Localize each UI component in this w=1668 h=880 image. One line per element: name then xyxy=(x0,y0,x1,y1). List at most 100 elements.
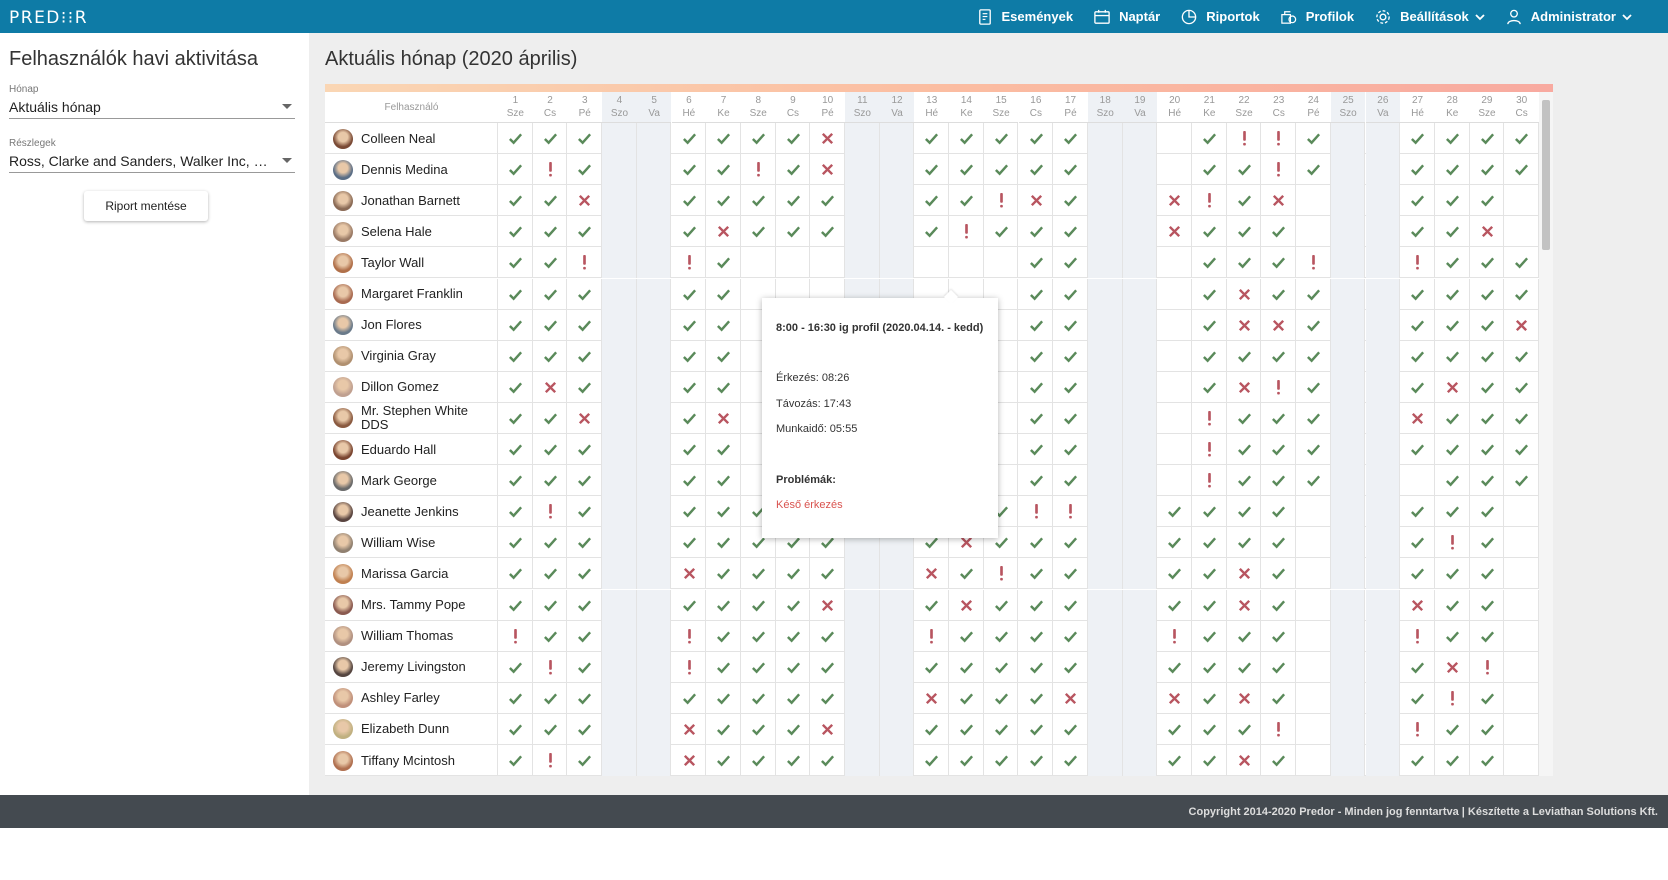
day-cell[interactable] xyxy=(1400,309,1435,341)
user-cell[interactable]: Colleen Neal xyxy=(325,123,498,154)
day-cell[interactable] xyxy=(1400,558,1435,590)
day-cell[interactable] xyxy=(567,558,603,590)
day-cell[interactable] xyxy=(1504,216,1539,248)
day-cell[interactable] xyxy=(672,527,707,559)
day-cell[interactable] xyxy=(1019,713,1054,745)
user-cell[interactable]: Tiffany Mcintosh xyxy=(325,745,498,776)
day-cell[interactable] xyxy=(810,154,845,186)
day-cell[interactable] xyxy=(776,713,811,745)
day-cell[interactable] xyxy=(706,713,741,745)
day-cell[interactable] xyxy=(1296,558,1331,590)
user-cell[interactable]: Jeremy Livingston xyxy=(325,651,498,683)
day-cell[interactable] xyxy=(533,402,568,434)
day-cell[interactable] xyxy=(498,620,533,652)
day-cell[interactable] xyxy=(810,123,845,154)
user-cell[interactable]: William Wise xyxy=(325,527,498,559)
day-cell[interactable] xyxy=(1192,620,1227,652)
day-cell[interactable] xyxy=(810,247,845,279)
day-cell[interactable] xyxy=(672,154,707,186)
day-cell[interactable] xyxy=(949,247,984,279)
day-cell[interactable] xyxy=(1504,558,1539,590)
day-cell[interactable] xyxy=(741,558,776,590)
day-cell[interactable] xyxy=(1261,371,1297,403)
day-cell[interactable] xyxy=(1157,651,1192,683)
day-cell[interactable] xyxy=(984,247,1019,279)
day-cell[interactable] xyxy=(1504,309,1539,341)
day-cell[interactable] xyxy=(984,123,1019,154)
day-cell[interactable] xyxy=(810,185,845,217)
day-cell[interactable] xyxy=(1504,123,1539,154)
day-cell[interactable] xyxy=(1227,340,1262,372)
day-cell[interactable] xyxy=(498,713,533,745)
day-cell[interactable] xyxy=(672,185,707,217)
day-cell[interactable] xyxy=(741,185,776,217)
day-cell[interactable] xyxy=(1157,434,1192,465)
day-cell[interactable] xyxy=(1504,651,1539,683)
day-cell[interactable] xyxy=(1157,465,1192,497)
day-cell[interactable] xyxy=(567,216,603,248)
day-cell[interactable] xyxy=(984,620,1019,652)
day-cell[interactable] xyxy=(498,745,533,776)
day-cell[interactable] xyxy=(1157,713,1192,745)
day-cell[interactable] xyxy=(914,713,950,745)
day-cell[interactable] xyxy=(1296,123,1331,154)
user-cell[interactable]: Dillon Gomez xyxy=(325,371,498,403)
day-cell[interactable] xyxy=(1400,527,1435,559)
day-cell[interactable] xyxy=(1227,620,1262,652)
day-cell[interactable] xyxy=(1261,434,1297,465)
day-cell[interactable] xyxy=(498,340,533,372)
day-cell[interactable] xyxy=(1435,185,1470,217)
day-cell[interactable] xyxy=(567,278,603,310)
day-cell[interactable] xyxy=(1470,527,1505,559)
day-cell[interactable] xyxy=(1053,247,1088,279)
day-cell[interactable] xyxy=(533,216,568,248)
day-cell[interactable] xyxy=(1227,247,1262,279)
day-cell[interactable] xyxy=(1504,154,1539,186)
day-cell[interactable] xyxy=(1400,713,1435,745)
day-cell[interactable] xyxy=(1192,465,1227,497)
day-cell[interactable] xyxy=(1470,651,1505,683)
day-cell[interactable] xyxy=(706,745,741,776)
day-cell[interactable] xyxy=(1435,620,1470,652)
nav-item-calendar[interactable]: Naptár xyxy=(1093,8,1160,26)
day-cell[interactable] xyxy=(1296,247,1331,279)
day-cell[interactable] xyxy=(533,651,568,683)
day-cell[interactable] xyxy=(1400,247,1435,279)
day-cell[interactable] xyxy=(1192,278,1227,310)
day-cell[interactable] xyxy=(984,185,1019,217)
day-cell[interactable] xyxy=(949,185,984,217)
day-cell[interactable] xyxy=(1227,589,1262,621)
day-cell[interactable] xyxy=(1192,402,1227,434)
day-cell[interactable] xyxy=(1192,713,1227,745)
day-cell[interactable] xyxy=(1435,340,1470,372)
day-cell[interactable] xyxy=(1296,745,1331,776)
day-cell[interactable] xyxy=(741,620,776,652)
day-cell[interactable] xyxy=(672,216,707,248)
user-cell[interactable]: Margaret Franklin xyxy=(325,278,498,310)
day-cell[interactable] xyxy=(1261,713,1297,745)
day-cell[interactable] xyxy=(1261,154,1297,186)
day-cell[interactable] xyxy=(706,682,741,714)
day-cell[interactable] xyxy=(1053,154,1088,186)
day-cell[interactable] xyxy=(1296,278,1331,310)
day-cell[interactable] xyxy=(1296,340,1331,372)
day-cell[interactable] xyxy=(1400,185,1435,217)
day-cell[interactable] xyxy=(1470,620,1505,652)
day-cell[interactable] xyxy=(706,154,741,186)
day-cell[interactable] xyxy=(1435,123,1470,154)
day-cell[interactable] xyxy=(1470,185,1505,217)
day-cell[interactable] xyxy=(567,371,603,403)
day-cell[interactable] xyxy=(533,620,568,652)
day-cell[interactable] xyxy=(1296,434,1331,465)
day-cell[interactable] xyxy=(1470,402,1505,434)
day-cell[interactable] xyxy=(1192,247,1227,279)
day-cell[interactable] xyxy=(1019,434,1054,465)
day-cell[interactable] xyxy=(1157,558,1192,590)
day-cell[interactable] xyxy=(1019,682,1054,714)
day-cell[interactable] xyxy=(1019,216,1054,248)
user-cell[interactable]: Ashley Farley xyxy=(325,682,498,714)
day-cell[interactable] xyxy=(567,745,603,776)
day-cell[interactable] xyxy=(1053,123,1088,154)
day-cell[interactable] xyxy=(706,278,741,310)
day-cell[interactable] xyxy=(567,123,603,154)
